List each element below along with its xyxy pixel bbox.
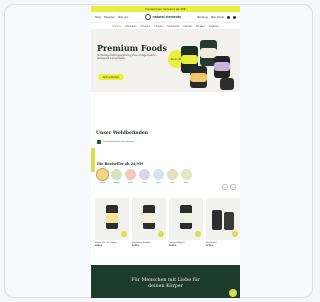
wellbeing-check-text: Deine Auswahl für mehr Energie (103, 141, 135, 143)
category-item[interactable]: Bundles (196, 25, 205, 28)
category-circle[interactable] (181, 169, 192, 180)
product-price: 22,95 € (132, 244, 140, 247)
chat-bubble-icon[interactable] (229, 289, 237, 297)
category-item[interactable]: Omega 3 (140, 25, 150, 28)
hero-cta-button[interactable]: Jetzt entdecken (98, 74, 124, 80)
product-jar-image (220, 78, 234, 90)
category-circle[interactable] (97, 169, 108, 180)
top-nav-right: Beratung Mein Konto (197, 15, 236, 19)
category-circle-labels: Immun Energie Schlaf Haut Sport Darm Str… (97, 182, 192, 184)
footer-banner: Für Menschen mit Liebe für deinen Körper (91, 265, 240, 298)
hero-banner: Premium Foods Hochwertige Nahrungsergänz… (91, 30, 240, 92)
promo-text: Kostenloser Versand ab 40€ (145, 7, 186, 11)
cart-icon[interactable] (232, 15, 236, 19)
category-label: Haut (142, 182, 147, 184)
top-navigation: Shop Ratgeber Über uns natural elements … (91, 12, 240, 22)
category-label: Energie (113, 182, 120, 184)
product-list: Vitamin D3 + K2 Tropfen 24,95 € Magnesiu… (95, 198, 240, 247)
add-to-cart-icon[interactable] (232, 231, 238, 237)
top-nav-link-guide[interactable]: Ratgeber (104, 16, 115, 19)
category-label: Sport (156, 182, 161, 184)
category-label: Darm (170, 182, 175, 184)
product-label-graphic (180, 213, 192, 223)
checkbox-icon[interactable] (97, 140, 101, 144)
product-jar-image (181, 55, 198, 64)
chevron-right-icon[interactable]: › (230, 184, 236, 190)
brand-logo[interactable]: natural elements (144, 14, 182, 20)
hero-subtitle: Hochwertige Nahrungsergänzung ohne unnöt… (97, 55, 158, 60)
product-label-graphic (106, 213, 118, 223)
category-circle[interactable] (153, 169, 164, 180)
product-image (169, 198, 203, 240)
product-card[interactable]: Vitamin D3 + K2 Tropfen 24,95 € (95, 198, 129, 247)
category-item[interactable]: Mineralien (125, 25, 136, 28)
footer-title: Für Menschen mit Liebe für deinen Körper (91, 278, 240, 290)
footer-title-line-2: deinen Körper (148, 284, 183, 289)
top-nav-link-advice[interactable]: Beratung (197, 16, 208, 19)
category-item[interactable]: Superfoods (167, 25, 179, 28)
search-icon[interactable] (226, 15, 230, 19)
product-card[interactable]: Multivitamin 27,95 € (206, 198, 240, 247)
logo-text: natural elements (152, 15, 182, 19)
bestsellers-title: Die Bestseller ab 24,95€ (97, 162, 144, 166)
add-to-cart-icon[interactable] (195, 231, 201, 237)
category-circle[interactable] (139, 169, 150, 180)
chevron-left-icon[interactable]: ‹ (222, 184, 228, 190)
top-nav-left: Shop Ratgeber Über uns (95, 16, 128, 19)
category-item[interactable]: Kapseln (183, 25, 192, 28)
category-label: Stress (183, 182, 190, 184)
category-label: Schlaf (128, 182, 133, 184)
product-image (132, 198, 166, 240)
product-price: 27,95 € (206, 244, 214, 247)
website-preview: Kostenloser Versand ab 40€ Shop Ratgeber… (91, 6, 240, 298)
category-item[interactable]: Vitamine (112, 25, 121, 28)
carousel-controls: ‹ › (222, 184, 236, 190)
bottle-icon (224, 212, 234, 230)
top-nav-link-shop[interactable]: Shop (95, 16, 101, 19)
add-to-cart-icon[interactable] (158, 231, 164, 237)
category-navigation: Vitamine Mineralien Omega 3 Proteine Sup… (91, 22, 240, 30)
product-price: 29,95 € (169, 244, 177, 247)
product-image (206, 198, 240, 240)
wellbeing-title: Unser Wohlbefinden (96, 131, 149, 136)
bottle-icon (212, 210, 222, 230)
product-jar-image (190, 73, 207, 82)
feedback-tab[interactable] (91, 148, 95, 172)
product-card[interactable]: Magnesium Komplex 22,95 € (132, 198, 166, 247)
product-label-graphic (143, 213, 155, 223)
top-nav-link-account[interactable]: Mein Konto (211, 16, 224, 19)
category-item[interactable]: Angebote (209, 25, 219, 28)
category-item[interactable]: Proteine (154, 25, 163, 28)
top-nav-link-about[interactable]: Über uns (118, 16, 129, 19)
category-circles (97, 169, 192, 180)
category-circle[interactable] (167, 169, 178, 180)
product-price: 24,95 € (95, 244, 103, 247)
category-label: Immun (99, 182, 106, 184)
logo-mark-icon (144, 14, 151, 20)
add-to-cart-icon[interactable] (121, 231, 127, 237)
product-card[interactable]: Omega 3 Algenöl 29,95 € (169, 198, 203, 247)
hero-title: Premium Foods (97, 43, 167, 53)
category-circle[interactable] (125, 169, 136, 180)
category-circle[interactable] (111, 169, 122, 180)
product-image (95, 198, 129, 240)
wellbeing-check-row[interactable]: Deine Auswahl für mehr Energie (97, 140, 134, 144)
product-jar-image (214, 62, 230, 71)
